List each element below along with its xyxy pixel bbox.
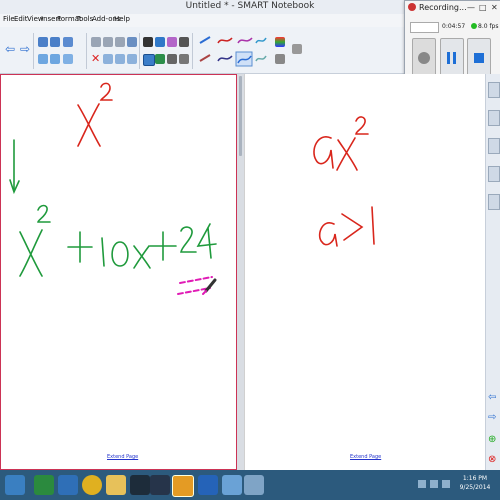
start-icon[interactable]: [5, 475, 25, 495]
word-icon[interactable]: [198, 475, 218, 495]
tray-flag-icon[interactable]: [418, 480, 426, 488]
excel-icon[interactable]: [34, 475, 54, 495]
tray-volume-icon[interactable]: [442, 480, 450, 488]
ink-right-ax-squared: [313, 116, 369, 171]
ink-down-arrow: [9, 139, 20, 195]
taskbar: [0, 470, 500, 500]
ink-left-top-x-squared: [77, 82, 113, 147]
tray-network-icon[interactable]: [430, 480, 438, 488]
file-explorer-icon[interactable]: [106, 475, 126, 495]
recorder-icon[interactable]: [244, 475, 264, 495]
outlook-icon[interactable]: [172, 475, 194, 497]
smart-notebook-icon[interactable]: [222, 475, 242, 495]
internet-explorer-icon[interactable]: [58, 475, 78, 495]
taskbar-clock[interactable]: 1:16 PM 9/25/2014: [452, 474, 498, 492]
clock-time: 1:16 PM: [462, 475, 488, 482]
pen-cursor-icon: [202, 278, 217, 295]
media-player-icon[interactable]: [130, 475, 150, 495]
ink-layer: [9, 82, 375, 295]
app-icon[interactable]: [150, 475, 170, 495]
ink-right-a-greater-than-one: [318, 206, 375, 247]
ink-left-expression: [19, 204, 217, 277]
clock-date: 9/25/2014: [459, 484, 491, 491]
chrome-icon[interactable]: [82, 475, 102, 495]
